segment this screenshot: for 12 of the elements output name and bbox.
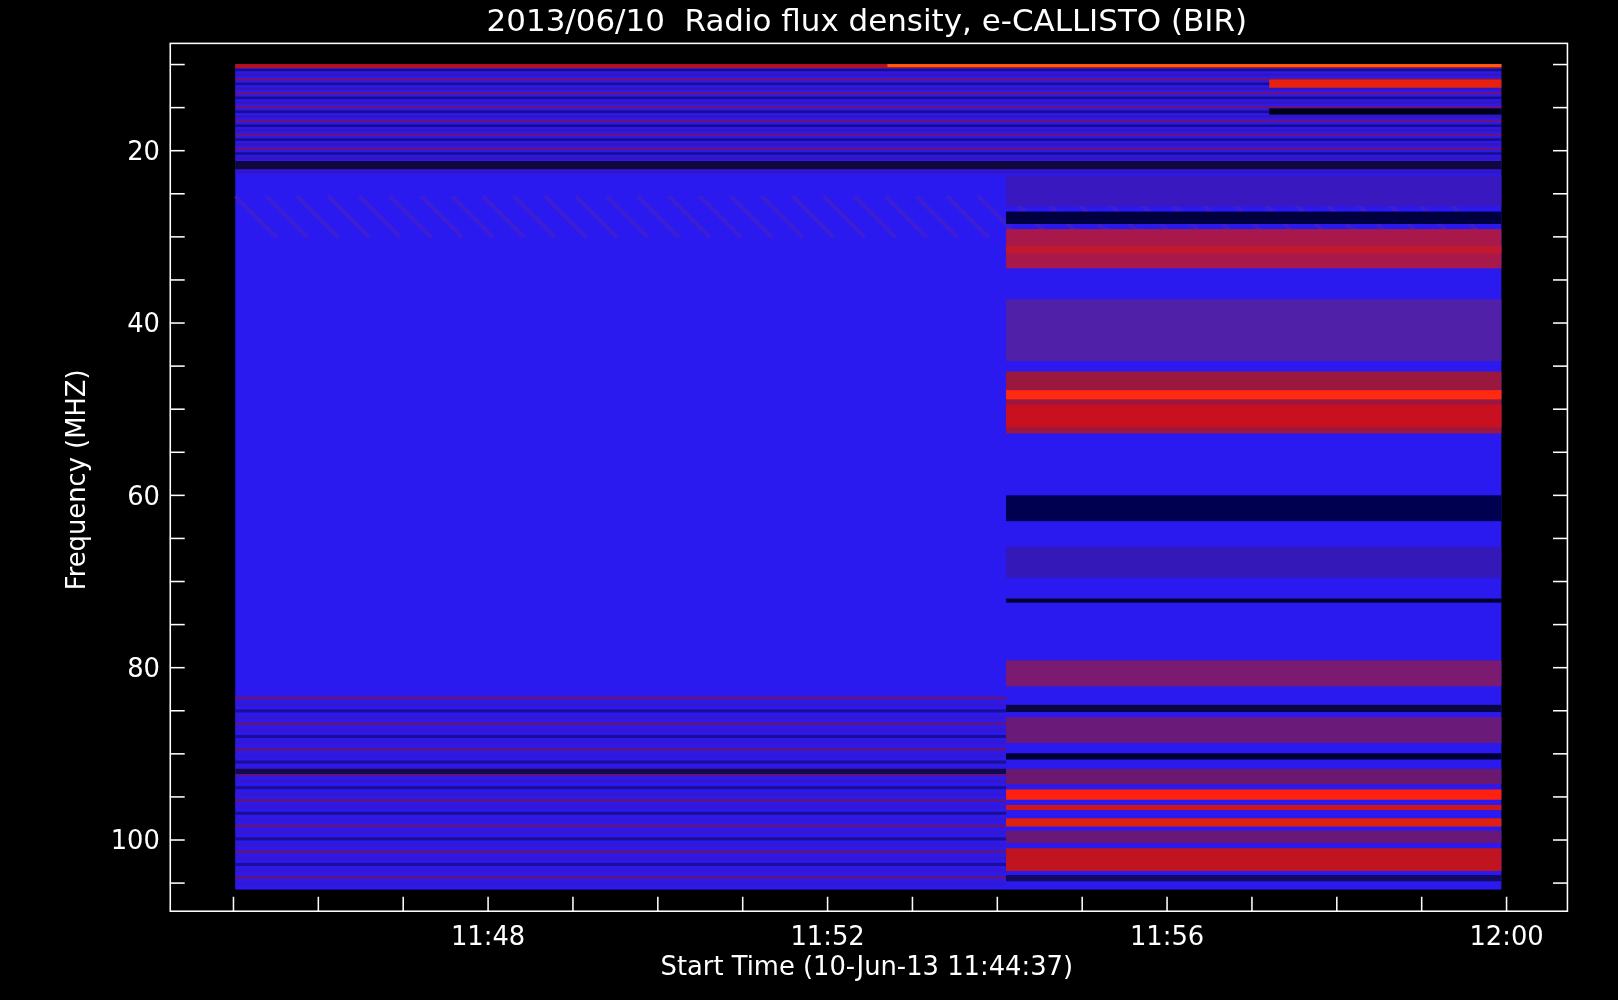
x-tick-label: 11:48 <box>450 921 526 952</box>
x-axis-label: Start Time (10-Jun-13 11:44:37) <box>660 951 1074 982</box>
y-tick-label: 80 <box>127 652 160 683</box>
x-tick-label: 11:56 <box>1129 921 1205 952</box>
y-tick-label: 100 <box>110 825 160 856</box>
y-tick-label: 60 <box>127 480 160 511</box>
y-tick-label: 20 <box>127 136 160 166</box>
y-axis-label: Frequency (MHZ) <box>60 369 91 591</box>
y-tick-label: 40 <box>127 308 160 339</box>
chart-title: 2013/06/10 Radio flux density, e-CALLISTO (BIR) <box>486 2 1247 38</box>
x-tick-label: 11:52 <box>790 921 865 952</box>
x-tick-label: 12:00 <box>1469 921 1544 952</box>
